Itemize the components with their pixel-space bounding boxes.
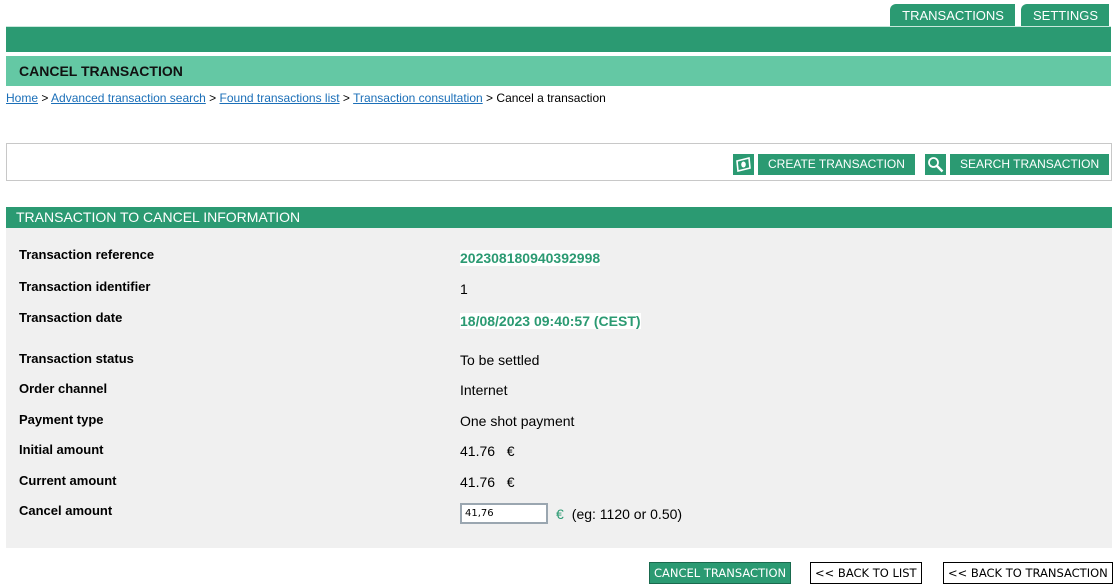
payment-type-value: One shot payment — [460, 413, 575, 429]
breadcrumb-separator: > — [41, 91, 49, 105]
cancel-amount: € (eg: 1120 or 0.50) — [460, 503, 682, 524]
cancel-amount-hint: (eg: 1120 or 0.50) — [571, 505, 683, 522]
currency-symbol: € — [506, 474, 515, 490]
order-channel-value: Internet — [460, 382, 508, 398]
search-transaction-label: SEARCH TRANSACTION — [950, 154, 1110, 175]
current-amount-value: 41.76 — [460, 474, 496, 490]
breadcrumb: Home > Advanced transaction search > Fou… — [6, 91, 606, 105]
breadcrumb-consultation[interactable]: Transaction consultation — [353, 91, 483, 105]
field-label: Cancel amount — [19, 503, 113, 518]
transaction-info-panel: Transaction reference 202308180940392998… — [6, 228, 1112, 548]
field-label: Transaction status — [19, 351, 134, 366]
search-transaction-button[interactable]: SEARCH TRANSACTION — [925, 154, 1110, 175]
page-title: CANCEL TRANSACTION — [6, 56, 1111, 86]
current-amount: 41.76 € — [460, 474, 515, 490]
breadcrumb-separator: > — [209, 91, 217, 105]
field-label: Order channel — [19, 381, 108, 396]
initial-amount-value: 41.76 — [460, 443, 496, 459]
initial-amount: 41.76 € — [460, 443, 515, 459]
top-bar — [6, 26, 1111, 52]
breadcrumb-home[interactable]: Home — [6, 91, 38, 105]
cancel-transaction-button[interactable]: CANCEL TRANSACTION — [649, 562, 792, 584]
field-label: Current amount — [19, 473, 117, 488]
tab-transactions[interactable]: TRANSACTIONS — [890, 4, 1015, 27]
field-label: Transaction reference — [19, 247, 155, 262]
breadcrumb-separator: > — [342, 91, 350, 105]
field-label: Transaction identifier — [19, 279, 151, 294]
create-transaction-button[interactable]: CREATE TRANSACTION — [733, 154, 915, 175]
transaction-status-value: To be settled — [460, 352, 540, 368]
breadcrumb-current: Cancel a transaction — [496, 91, 606, 105]
breadcrumb-separator: > — [486, 91, 494, 105]
transaction-date-value: 18/08/2023 09:40:57 (CEST) — [460, 313, 641, 329]
field-label: Payment type — [19, 412, 104, 427]
top-tabs: TRANSACTIONS SETTINGS — [890, 4, 1109, 27]
cancel-amount-input[interactable] — [460, 503, 548, 524]
field-label: Transaction date — [19, 310, 123, 325]
currency-symbol: € — [506, 443, 515, 459]
transaction-identifier-value: 1 — [460, 281, 468, 297]
create-transaction-label: CREATE TRANSACTION — [758, 154, 915, 175]
breadcrumb-advanced-search[interactable]: Advanced transaction search — [51, 91, 206, 105]
action-toolbar: CREATE TRANSACTION SEARCH TRANSACTION — [6, 143, 1112, 181]
back-to-transaction-button[interactable]: << BACK TO TRANSACTION — [943, 562, 1113, 584]
breadcrumb-found-list[interactable]: Found transactions list — [220, 91, 340, 105]
back-to-list-button[interactable]: << BACK TO LIST — [810, 562, 922, 584]
section-title: TRANSACTION TO CANCEL INFORMATION — [6, 207, 1112, 228]
field-label: Initial amount — [19, 442, 104, 457]
magnifier-icon — [925, 154, 946, 175]
currency-symbol: € — [556, 505, 564, 522]
money-icon — [733, 154, 754, 175]
transaction-reference-value: 202308180940392998 — [460, 250, 601, 266]
tab-settings[interactable]: SETTINGS — [1020, 4, 1109, 27]
